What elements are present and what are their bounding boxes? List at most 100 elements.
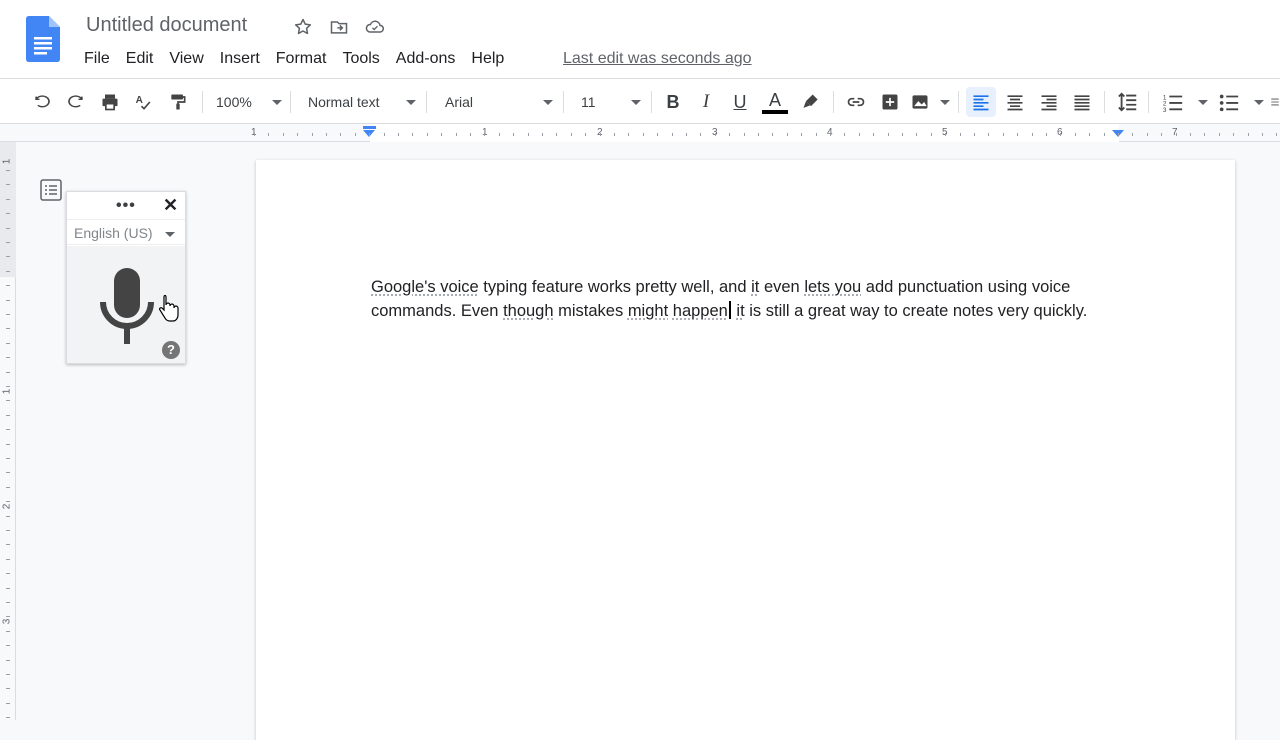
ruler-tick: [513, 133, 514, 136]
chevron-down-icon: [272, 99, 282, 105]
vruler-tick: [6, 343, 10, 344]
vruler-tick: [6, 314, 10, 315]
insert-image-button[interactable]: [910, 90, 950, 114]
vruler-tick: [6, 544, 10, 545]
toolbar: A 100% Normal text Arial 11 B I U A 1 2 …: [0, 78, 1280, 124]
more-toolbar-icon[interactable]: [1270, 90, 1280, 114]
vruler-tick: [6, 703, 10, 704]
ruler-tick: [556, 133, 557, 136]
align-left-button[interactable]: [966, 87, 996, 117]
ruler-tick: [931, 133, 932, 136]
ruler-tick: [571, 133, 572, 136]
align-center-button[interactable]: [1003, 90, 1027, 114]
text-segment: happen: [672, 302, 728, 320]
zoom-select[interactable]: 100%: [216, 90, 282, 114]
menu-edit[interactable]: Edit: [126, 48, 154, 70]
vruler-tick: [6, 660, 10, 661]
underline-button[interactable]: U: [728, 90, 752, 114]
move-to-folder-icon[interactable]: [328, 16, 350, 38]
ruler-tick: [816, 133, 817, 136]
bold-button[interactable]: B: [661, 90, 685, 114]
text-segment: Google's voice: [371, 278, 479, 296]
vruler-tick: [6, 487, 10, 488]
highlight-button[interactable]: [799, 90, 823, 114]
ruler-tick: [585, 133, 586, 136]
ruler-tick: [1017, 133, 1018, 136]
ruler-tick: [974, 133, 975, 136]
ruler-tick: [1161, 133, 1162, 136]
vruler-tick: [6, 530, 10, 531]
cloud-saved-icon[interactable]: [364, 16, 386, 38]
align-justify-icon: [1074, 95, 1090, 111]
ruler-tick: [1132, 133, 1133, 136]
vruler-tick: [6, 242, 10, 243]
insert-comment-button[interactable]: [878, 90, 902, 114]
menu-help[interactable]: Help: [471, 48, 504, 70]
print-icon[interactable]: [98, 90, 122, 114]
vruler-label: 1: [1, 158, 13, 165]
ruler-tick: [1233, 133, 1234, 136]
ruler-tick: [427, 133, 428, 136]
chevron-down-icon: [543, 99, 553, 105]
help-icon[interactable]: ?: [162, 341, 180, 359]
vruler-tick: [6, 631, 10, 632]
undo-icon[interactable]: [30, 90, 54, 114]
numbered-list-button[interactable]: 123: [1162, 90, 1208, 114]
vruler-tick: [6, 602, 10, 603]
font-size-select[interactable]: 11: [581, 90, 641, 114]
menu-tools[interactable]: Tools: [342, 48, 379, 70]
ruler-tick: [1219, 133, 1220, 136]
menu-file[interactable]: File: [84, 48, 110, 70]
insert-link-button[interactable]: [844, 90, 868, 114]
menu-view[interactable]: View: [169, 48, 203, 70]
more-options-icon[interactable]: •••: [116, 197, 136, 215]
close-icon[interactable]: ✕: [163, 195, 178, 216]
chevron-down-icon: [406, 99, 416, 105]
text-segment: lets you: [804, 278, 862, 296]
italic-button[interactable]: I: [694, 90, 718, 114]
menu-add-ons[interactable]: Add-ons: [396, 48, 456, 70]
italic-icon: I: [702, 91, 710, 112]
document-body[interactable]: Google's voice typing feature works pret…: [371, 275, 1131, 323]
first-line-indent-marker[interactable]: [363, 126, 376, 129]
document-outline-icon[interactable]: [40, 179, 62, 201]
vruler-tick: [6, 501, 10, 502]
justify-button[interactable]: [1070, 90, 1094, 114]
microphone-icon[interactable]: [99, 268, 155, 344]
ruler-tick: [700, 133, 701, 136]
vruler-tick: [6, 170, 10, 171]
paint-format-icon[interactable]: [166, 90, 190, 114]
style-select[interactable]: Normal text: [308, 90, 416, 114]
align-right-button[interactable]: [1037, 90, 1061, 114]
vruler-label: 3: [1, 618, 13, 625]
ruler-tick: [1248, 133, 1249, 136]
vruler-tick: [6, 256, 10, 257]
document-title[interactable]: Untitled document: [86, 14, 247, 37]
vruler-tick: [6, 415, 10, 416]
language-select[interactable]: English (US): [67, 219, 185, 245]
ruler-tick: [1089, 133, 1090, 136]
ruler-tick: [456, 133, 457, 136]
last-edit-link[interactable]: Last edit was seconds ago: [563, 48, 752, 70]
ruler-tick: [355, 133, 356, 136]
text-color-button[interactable]: A: [761, 90, 789, 114]
ruler-tick: [1118, 133, 1119, 136]
star-icon[interactable]: [292, 16, 314, 38]
menu-insert[interactable]: Insert: [220, 48, 260, 70]
redo-icon[interactable]: [64, 90, 88, 114]
numbered-list-icon: 123: [1163, 94, 1183, 113]
ruler-tick: [441, 133, 442, 136]
bulleted-list-button[interactable]: [1218, 90, 1264, 114]
font-select[interactable]: Arial: [445, 90, 553, 114]
vruler-tick: [6, 645, 10, 646]
menu-format[interactable]: Format: [276, 48, 327, 70]
align-right-icon: [1041, 95, 1057, 111]
google-docs-logo-icon[interactable]: [26, 16, 60, 62]
svg-text:A: A: [136, 95, 143, 106]
chevron-down-icon: [165, 232, 175, 237]
ruler-tick: [657, 133, 658, 136]
vruler-tick: [6, 228, 10, 229]
document-page[interactable]: Google's voice typing feature works pret…: [256, 160, 1235, 740]
line-spacing-button[interactable]: [1116, 90, 1140, 114]
spellcheck-icon[interactable]: A: [132, 90, 156, 114]
